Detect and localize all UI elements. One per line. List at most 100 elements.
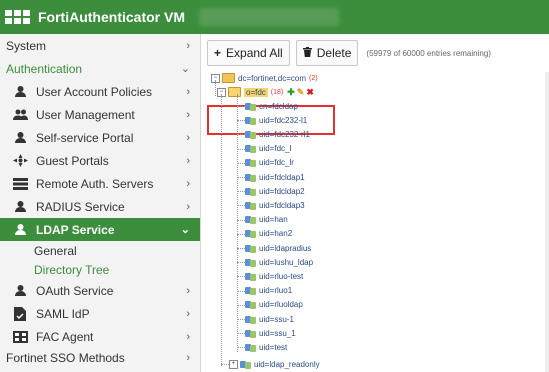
tree-node-user[interactable]: uid=fdc232-l1 <box>237 114 307 126</box>
delete-button[interactable]: Delete <box>295 40 359 66</box>
redacted-hostname <box>199 8 339 26</box>
user-icon <box>245 258 256 267</box>
user-icon <box>245 173 256 182</box>
tree-node-user[interactable]: uid=han2 <box>237 228 293 240</box>
tree-node-user[interactable]: cn=fdcldap <box>237 100 298 112</box>
sidebar-item-authentication[interactable]: Authentication ⌄ <box>0 57 200 80</box>
radius-icon <box>12 200 28 214</box>
tree-node-user[interactable]: uid=fdcldap1 <box>237 171 305 183</box>
sidebar-item-fortinet-sso[interactable]: Fortinet SSO Methods › <box>0 348 200 368</box>
user-icon <box>245 229 256 239</box>
node-actions: ✚ ✎ ✖ <box>287 87 316 98</box>
sidebar-item-self-service-portal[interactable]: Self-service Portal › <box>0 126 200 149</box>
sidebar-item-ldap-service[interactable]: LDAP Service ⌄ <box>0 218 200 241</box>
fortinet-logo-icon[interactable] <box>0 0 34 34</box>
chevron-right-icon: › <box>186 177 190 190</box>
add-icon[interactable]: ✚ <box>287 87 295 98</box>
delete-label: Delete <box>316 46 352 60</box>
toolbar: + Expand All Delete (59979 of 60000 entr… <box>201 34 549 72</box>
tree-node-label: uid=test <box>259 342 288 352</box>
sidebar-item-saml-idp[interactable]: SAML IdP › <box>0 302 200 325</box>
tree-node-user[interactable]: uid=ssu-1 <box>237 313 294 325</box>
user-icon <box>245 329 256 338</box>
tree-node-user[interactable]: uid=fdcldap2 <box>237 185 305 197</box>
expand-all-label: Expand All <box>226 46 283 60</box>
sidebar-item-user-management[interactable]: User Management › <box>0 103 200 126</box>
sidebar-item-label: User Account Policies <box>36 84 153 99</box>
delete-icon[interactable]: ✖ <box>306 87 314 98</box>
sidebar-item-label: SAML IdP <box>36 306 90 321</box>
tree-node-root[interactable]: − dc=fortinet,dc=com (2) <box>211 72 318 84</box>
sidebar-item-radius-service[interactable]: RADIUS Service › <box>0 195 200 218</box>
user-icon <box>245 144 256 154</box>
tree-node-label: uid=fdcldap3 <box>259 200 305 210</box>
sidebar-item-general[interactable]: General <box>0 241 200 260</box>
remote-auth-icon <box>12 177 28 191</box>
user-icon <box>245 272 256 281</box>
trash-icon <box>302 46 312 60</box>
user-icon <box>245 286 256 296</box>
user-icon <box>245 315 256 324</box>
tree-node-user[interactable]: uid=rluo1 <box>237 285 293 297</box>
tree-node-label: uid=fdcldap2 <box>259 186 305 196</box>
tree-node-user[interactable]: uid=fdcldap3 <box>237 199 305 211</box>
tree-node-user[interactable]: uid=ldapradius <box>237 242 311 254</box>
sidebar-item-fac-agent[interactable]: FAC Agent › <box>0 325 200 348</box>
user-icon <box>245 343 256 352</box>
tree-node-user[interactable]: uid=fdc_lr <box>237 157 294 169</box>
chevron-right-icon: › <box>186 85 190 98</box>
tree-node-org[interactable]: − o=fdc (18) ✚ ✎ ✖ <box>217 86 316 98</box>
sidebar-item-guest-portals[interactable]: Guest Portals › <box>0 149 200 172</box>
sidebar-item-directory-tree[interactable]: Directory Tree <box>0 260 200 279</box>
chevron-right-icon: › <box>186 330 190 343</box>
tree-node-label: uid=ssu_1 <box>259 328 296 338</box>
fac-agent-icon <box>12 330 28 344</box>
sidebar-item-label: FAC Agent <box>36 329 94 344</box>
tree-node-count: (2) <box>309 74 318 82</box>
tree-node-user[interactable]: uid=han <box>237 214 288 226</box>
sidebar-item-label: Guest Portals <box>36 153 109 168</box>
user-icon <box>245 130 256 139</box>
tree-node-last[interactable]: + uid=ldap_readonly <box>221 358 320 370</box>
directory-tree: − dc=fortinet,dc=com (2) − o=fdc (18) ✚ … <box>201 72 549 372</box>
scrollbar[interactable] <box>545 72 549 372</box>
sidebar-item-label: Directory Tree <box>34 262 110 277</box>
tree-node-user[interactable]: uid=rluoldap <box>237 299 303 311</box>
sidebar-item-oauth-service[interactable]: OAuth Service › <box>0 279 200 302</box>
group-icon <box>245 102 256 111</box>
tree-node-label: uid=han2 <box>259 229 293 239</box>
sidebar-item-remote-auth-servers[interactable]: Remote Auth. Servers › <box>0 172 200 195</box>
sidebar-item-label: Fortinet SSO Methods <box>6 351 125 365</box>
tree-node-user[interactable]: uid=ssu_1 <box>237 327 296 339</box>
chevron-right-icon: › <box>186 108 190 121</box>
sidebar-item-user-account-policies[interactable]: User Account Policies › <box>0 80 200 103</box>
tree-node-label: dc=fortinet,dc=com <box>238 73 307 83</box>
expand-all-button[interactable]: + Expand All <box>207 40 290 66</box>
sidebar-item-system[interactable]: System › <box>0 34 200 57</box>
tree-node-user[interactable]: uid=rluo-test <box>237 270 303 282</box>
tree-node-label: uid=rluo1 <box>259 286 293 296</box>
plus-icon: + <box>214 46 222 60</box>
chevron-down-icon: ⌄ <box>180 63 190 75</box>
edit-icon[interactable]: ✎ <box>297 87 305 98</box>
user-icon <box>245 116 256 125</box>
tree-node-label: o=fdc <box>244 87 268 97</box>
chevron-right-icon: › <box>186 284 190 297</box>
folder-icon <box>222 73 235 83</box>
user-icon <box>245 244 256 253</box>
sidebar-item-label: Remote Auth. Servers <box>36 176 154 191</box>
expand-icon[interactable]: + <box>229 359 238 369</box>
tree-node-user[interactable]: uid=fdc232-rl1 <box>237 128 310 140</box>
user-account-policies-icon <box>12 85 28 99</box>
sidebar-item-label: OAuth Service <box>36 283 114 298</box>
tree-node-label: uid=fdc_l <box>259 144 292 154</box>
tree-node-user[interactable]: uid=test <box>237 341 288 353</box>
sidebar-item-label: Authentication <box>6 61 83 76</box>
tree-node-label: uid=han <box>259 215 288 225</box>
tree-node-label: uid=ssu-1 <box>259 314 294 324</box>
user-icon <box>245 215 256 225</box>
tree-node-user[interactable]: uid=fdc_l <box>237 143 292 155</box>
tree-node-count: (18) <box>270 88 284 96</box>
tree-node-user[interactable]: uid=lushu_ldap <box>237 256 313 268</box>
ldap-icon <box>12 223 28 237</box>
